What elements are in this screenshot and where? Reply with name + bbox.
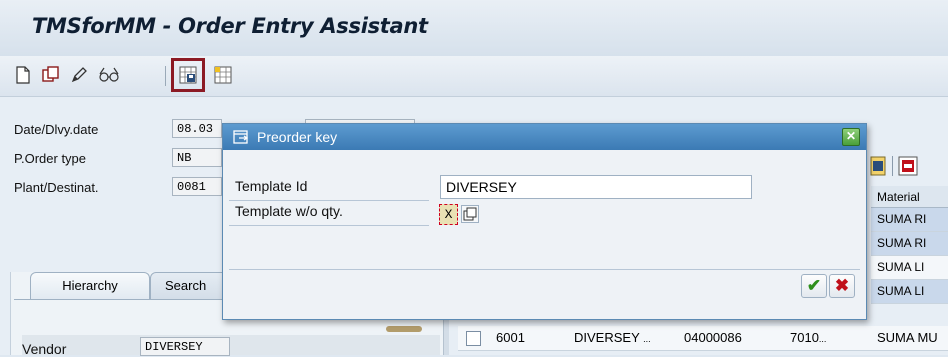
template-id-input[interactable]: DIVERSEY bbox=[440, 175, 752, 199]
grid-cell-material[interactable]: SUMA RI bbox=[871, 232, 948, 256]
dialog-title-bar[interactable]: Preorder key ✕ bbox=[223, 124, 866, 150]
template-woqty-checkbox[interactable]: X bbox=[439, 204, 458, 225]
confirm-button[interactable]: ✔ bbox=[801, 274, 827, 298]
ellipsis: ... bbox=[818, 334, 827, 344]
display-glasses-icon[interactable] bbox=[98, 66, 120, 84]
dialog-footer-divider bbox=[229, 269, 860, 270]
grid-filter-icon[interactable] bbox=[870, 156, 886, 176]
vendor-button[interactable] bbox=[386, 326, 422, 332]
row-cell-material-text: SUMA MU bbox=[877, 330, 938, 345]
panel-footer bbox=[22, 335, 440, 355]
dialog-title: Preorder key bbox=[257, 129, 338, 145]
new-document-icon[interactable] bbox=[14, 66, 32, 84]
grid-cell-material[interactable]: SUMA LI bbox=[871, 256, 948, 280]
dialog-body: Template Id DIVERSEY Template w/o qty. X… bbox=[223, 150, 866, 320]
row-cell-material-no: 04000086 bbox=[684, 330, 742, 345]
table-row[interactable]: 6001 DIVERSEY ... 04000086 7010... SUMA … bbox=[458, 326, 948, 351]
order-type-field[interactable]: NB bbox=[172, 148, 222, 167]
grid-cell-material[interactable]: SUMA LI bbox=[871, 280, 948, 304]
app-title: TMSforMM - Order Entry Assistant bbox=[32, 14, 428, 38]
template-save-icon[interactable] bbox=[179, 66, 197, 84]
title-bar: TMSforMM - Order Entry Assistant bbox=[0, 0, 948, 56]
row-cell-plant: 6001 bbox=[496, 330, 525, 345]
row-cell-code: 7010... bbox=[790, 330, 826, 345]
template-woqty-label: Template w/o qty. bbox=[235, 203, 343, 219]
dialog-window-icon bbox=[233, 130, 249, 144]
row-cell-code-text: 7010 bbox=[790, 330, 819, 345]
row-select-checkbox[interactable] bbox=[466, 331, 481, 346]
toolbar bbox=[0, 56, 948, 97]
multi-select-icon[interactable] bbox=[461, 205, 479, 223]
edit-pencil-icon[interactable] bbox=[70, 66, 88, 84]
template-id-label: Template Id bbox=[235, 178, 308, 194]
cancel-button[interactable]: ✖ bbox=[829, 274, 855, 298]
preorder-key-dialog: Preorder key ✕ Template Id DIVERSEY Temp… bbox=[222, 123, 867, 320]
toolbar-separator bbox=[165, 66, 166, 86]
label-order-type: P.Order type bbox=[14, 151, 87, 166]
label-date: Date/Dlvy.date bbox=[14, 122, 99, 137]
grid-column-material[interactable]: Material bbox=[871, 186, 948, 208]
row-cell-vendor-text: DIVERSEY bbox=[574, 330, 640, 345]
grid-export-icon[interactable] bbox=[898, 156, 918, 176]
label-plant: Plant/Destinat. bbox=[14, 180, 99, 195]
grid-toolbar-separator bbox=[892, 156, 893, 176]
grid-cell-material[interactable]: SUMA RI bbox=[871, 208, 948, 232]
template-grid-icon[interactable] bbox=[214, 66, 232, 84]
copy-icon[interactable] bbox=[42, 66, 60, 84]
close-button[interactable]: ✕ bbox=[842, 128, 860, 146]
tab-search[interactable]: Search bbox=[150, 272, 230, 300]
date-field[interactable]: 08.03 bbox=[172, 119, 222, 138]
row-cell-vendor: DIVERSEY ... bbox=[574, 330, 651, 345]
row-divider bbox=[229, 225, 429, 226]
row-divider bbox=[229, 200, 429, 201]
vendor-field[interactable]: DIVERSEY bbox=[140, 337, 230, 356]
tab-hierarchy[interactable]: Hierarchy bbox=[30, 272, 150, 300]
plant-field[interactable]: 0081 bbox=[172, 177, 222, 196]
grid-toolbar bbox=[866, 152, 948, 182]
ellipsis: ... bbox=[643, 334, 651, 344]
